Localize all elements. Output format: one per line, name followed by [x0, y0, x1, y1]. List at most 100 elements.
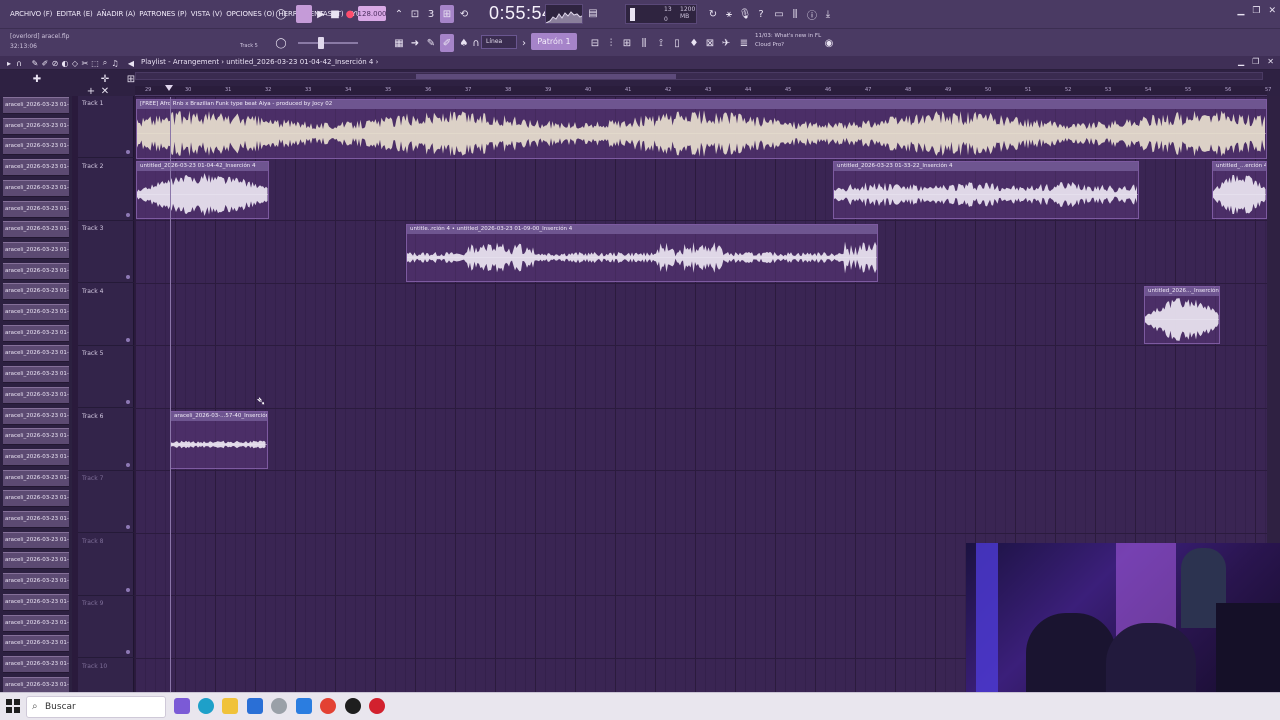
track-enable-led[interactable] — [126, 212, 130, 217]
menu-item[interactable]: OPCIONES (O) — [224, 10, 276, 18]
news-panel[interactable]: 11/03: What's new in FL Cloud Pro? — [755, 32, 821, 50]
track-lane-6[interactable] — [135, 409, 1267, 471]
picker-clip-item[interactable]: araceli_2026-03-23 01-5 — [3, 366, 69, 384]
picker-clip-item[interactable]: araceli_2026-03-23 01-5 — [3, 324, 69, 342]
song-mode-button[interactable] — [296, 5, 312, 23]
track-header[interactable]: Track 8 — [78, 534, 134, 596]
menu-item[interactable]: VISTA (V) — [189, 10, 224, 18]
menu-item[interactable]: EDITAR (E) — [54, 10, 94, 18]
tempo-tap-icon[interactable]: ♦ — [687, 34, 701, 52]
audio-clip-vocal-4[interactable]: untitled_2026..._Inserción 4 — [1144, 286, 1220, 344]
clipboard-icon[interactable]: ▯ — [670, 34, 684, 52]
picker-clip-item[interactable]: araceli_2026-03-23 01-4 — [3, 138, 69, 156]
track-header[interactable]: Track 2 — [78, 159, 134, 221]
picker-clip-item[interactable]: araceli_2026-03-23 01-5 — [3, 200, 69, 218]
picker-clip-item[interactable]: araceli_2026-03-23 01-5 — [3, 345, 69, 363]
record-icon[interactable]: ● — [343, 5, 357, 23]
picker-clip-item[interactable]: araceli_2026-03-23 01-5 — [3, 448, 69, 466]
track-lane-5[interactable] — [135, 347, 1267, 409]
news-settings-icon[interactable]: ◉ — [822, 34, 836, 52]
magnet-icon[interactable]: ∩ — [471, 34, 481, 52]
track-enable-led[interactable] — [126, 400, 130, 404]
draw-tool-icon[interactable]: ✐ — [440, 34, 454, 52]
mic-icon[interactable]: 🎙 — [738, 5, 752, 23]
track-header[interactable]: Track 7 — [78, 471, 134, 533]
horizontal-scrollbar[interactable] — [135, 72, 1263, 80]
audio-clip-vocal-2c[interactable]: untitled_...erción 4 — [1212, 161, 1267, 219]
news-menu-icon[interactable]: ≣ — [737, 34, 751, 52]
download-icon[interactable]: ⤓ — [821, 5, 835, 23]
audio-clip-vocal-3[interactable]: untitle..rción 4 • untitled_2026-03-23 0… — [406, 224, 878, 282]
settings-icon[interactable] — [271, 698, 287, 714]
track-enable-led[interactable] — [126, 150, 130, 154]
track-header[interactable]: Track 5 — [78, 346, 134, 408]
picker-clip-item[interactable]: araceli_2026-03-23 01-5 — [3, 676, 69, 692]
plugin-icon[interactable]: ⟟ — [654, 34, 668, 52]
playlist-close-icon[interactable]: ✕ — [1267, 57, 1274, 66]
track-header[interactable]: Track 9 — [78, 596, 134, 658]
menu-item[interactable]: PATRONES (P) — [137, 10, 188, 18]
audio-clip-vocal-2a[interactable]: untitled_2026-03-23 01-04-42_Inserción 4 — [136, 161, 269, 219]
master-volume-handle[interactable] — [318, 37, 324, 49]
store-icon[interactable] — [247, 698, 263, 714]
wait-input-icon[interactable]: ⊡ — [408, 5, 422, 23]
picker-clip-item[interactable]: araceli_2026-03-23 01-5 — [3, 635, 69, 653]
playlist-restore-icon[interactable]: ❐ — [1252, 57, 1259, 66]
track-header[interactable]: Track 6 — [78, 409, 134, 471]
windows-start-icon[interactable] — [6, 699, 20, 713]
tempo-display[interactable]: 128.000 — [358, 6, 386, 21]
picker-clip-item[interactable]: araceli_2026-03-23 01-5 — [3, 655, 69, 673]
track-lane-7[interactable] — [135, 472, 1267, 534]
audio-clip-beat[interactable]: [FREE] Afro Rnb x Brazilian Funk type be… — [136, 99, 1267, 159]
taskbar-search-input[interactable]: ⌕ Buscar — [26, 696, 166, 718]
arrow-right-icon[interactable]: ➜ — [408, 34, 422, 52]
browser-icon[interactable]: ⊟ — [588, 34, 602, 52]
picker-clip-item[interactable]: araceli_2026-03-23 01-5 — [3, 428, 69, 446]
mixer-view-icon[interactable]: ⫼ — [637, 34, 651, 52]
copilot-icon[interactable] — [174, 698, 190, 714]
mixer-icon[interactable]: ⫼ — [788, 5, 802, 23]
vscode-icon[interactable] — [296, 698, 312, 714]
edge-browser-icon[interactable] — [198, 698, 214, 714]
minimize-icon[interactable]: ▁ — [1237, 6, 1244, 16]
view-playlist-icon[interactable]: ▦ — [392, 34, 406, 52]
loop-record-icon[interactable]: ⟲ — [457, 5, 471, 23]
add-track-icon[interactable]: ✚ — [30, 70, 44, 88]
save-icon[interactable]: ▭ — [772, 5, 786, 23]
track-header[interactable]: Track 4 — [78, 284, 134, 346]
picker-clip-item[interactable]: araceli_2026-03-23 01-5 — [3, 283, 69, 301]
pin-icon[interactable]: ✈ — [719, 34, 733, 52]
restore-icon[interactable]: ❐ — [1252, 6, 1260, 16]
info-icon[interactable]: ⓘ — [805, 5, 819, 23]
fl-studio-taskbar-icon[interactable] — [345, 698, 361, 714]
monitor-icon[interactable]: ▤ — [587, 4, 599, 22]
picker-clip-item[interactable]: araceli_2026-03-23 01-5 — [3, 469, 69, 487]
horizontal-scroll-thumb[interactable] — [416, 74, 676, 79]
stop-icon[interactable]: ■ — [328, 5, 342, 23]
track-lane-4[interactable] — [135, 284, 1267, 346]
picker-clip-item[interactable]: araceli_2026-03-23 01-5 — [3, 407, 69, 425]
chevron-right-icon[interactable]: › — [519, 34, 529, 52]
help-icon[interactable]: ? — [754, 5, 768, 23]
picker-clip-item[interactable]: araceli_2026-03-23 01-5 — [3, 221, 69, 239]
pattern-selector[interactable]: Patrón 1 — [531, 33, 577, 50]
picker-clip-item[interactable]: araceli_2026-03-23 01-5 — [3, 593, 69, 611]
master-volume-slider[interactable] — [298, 42, 358, 44]
edison-icon[interactable]: ⊠ — [703, 34, 717, 52]
audio-clip-vocal-6[interactable]: araceli_2026-03-...57-40_Inserción 4 — [170, 411, 268, 469]
menu-item[interactable]: AÑADIR (A) — [95, 10, 138, 18]
chrome-icon[interactable] — [320, 698, 336, 714]
master-pitch-knob-icon[interactable]: ◯ — [274, 34, 288, 52]
metronome-icon[interactable]: ⌃ — [392, 5, 406, 23]
picker-clip-item[interactable]: araceli_2026-03-23 01-5 — [3, 262, 69, 280]
paint-tool-icon[interactable]: ♠ — [457, 34, 471, 52]
track-enable-led[interactable] — [126, 650, 130, 654]
countdown-icon[interactable]: 3 — [424, 5, 438, 23]
picker-clip-item[interactable]: araceli_2026-03-23 01-5 — [3, 386, 69, 404]
picker-clip-item[interactable]: araceli_2026-03-23 01-5 — [3, 573, 69, 591]
menu-item[interactable]: ARCHIVO (F) — [8, 10, 54, 18]
picker-clip-item[interactable]: araceli_2026-03-23 01-5 — [3, 304, 69, 321]
unlink-icon[interactable]: ⚹ — [722, 5, 736, 23]
picker-clip-item[interactable]: araceli_2026-03-23 01-4 — [3, 117, 69, 135]
track-enable-led[interactable] — [126, 462, 130, 467]
